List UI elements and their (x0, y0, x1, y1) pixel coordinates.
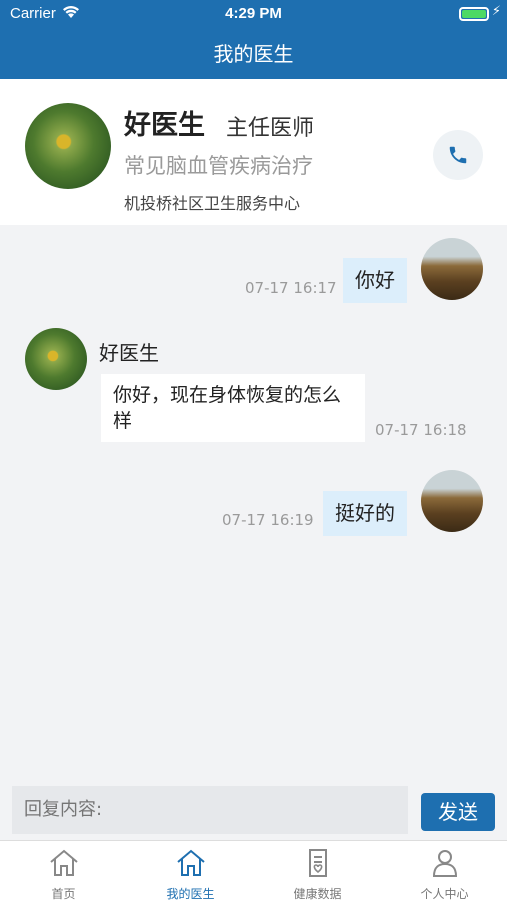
message-bubble[interactable]: 挺好的 (323, 491, 407, 536)
tab-label: 首页 (51, 887, 76, 900)
tab-bar: 首页 我的医生 健康数据 个人中心 (0, 840, 507, 900)
battery-icon (459, 7, 489, 21)
home-icon (177, 849, 205, 876)
call-button[interactable] (433, 130, 483, 180)
reply-input[interactable] (12, 786, 408, 834)
message-time: 07-17 16:18 (375, 421, 467, 439)
message-time: 07-17 16:17 (245, 279, 337, 297)
tab-label: 个人中心 (420, 887, 469, 900)
sender-name: 好医生 (99, 341, 159, 365)
message-bubble[interactable]: 你好 (343, 258, 407, 303)
tab-my-doctor[interactable]: 我的医生 (127, 841, 254, 900)
top-bar: Carrier 4:29 PM ⚡ 我的医生 (0, 0, 507, 79)
doctor-title: 主任医师 (226, 116, 315, 141)
chat-area[interactable]: 你好 07-17 16:17 好医生 你好，现在身体恢复的怎么样 07-17 1… (0, 225, 507, 778)
page-title: 我的医生 (213, 42, 294, 66)
status-bar: Carrier 4:29 PM ⚡ (0, 0, 507, 28)
reply-bar: 发送 (0, 778, 507, 840)
tab-home[interactable]: 首页 (0, 841, 127, 900)
doctor-avatar[interactable] (25, 103, 111, 189)
health-data-icon (309, 849, 327, 877)
doctor-specialty: 常见脑血管疾病治疗 (124, 154, 313, 178)
person-icon (432, 850, 458, 877)
send-button[interactable]: 发送 (421, 793, 495, 831)
clock: 4:29 PM (225, 5, 282, 22)
doctor-name: 好医生 (124, 110, 205, 141)
message-time: 07-17 16:19 (222, 511, 314, 529)
doctor-card: 好医生 主任医师 常见脑血管疾病治疗 机投桥社区卫生服务中心 (0, 79, 507, 225)
doctor-avatar[interactable] (25, 328, 87, 390)
tab-profile[interactable]: 个人中心 (381, 841, 507, 900)
phone-icon (449, 146, 467, 164)
tab-label: 健康数据 (293, 887, 342, 900)
charging-icon: ⚡ (491, 4, 501, 19)
tab-health-data[interactable]: 健康数据 (254, 841, 381, 900)
home-icon (50, 849, 78, 876)
message-bubble[interactable]: 你好，现在身体恢复的怎么样 (101, 374, 365, 442)
tab-label: 我的医生 (166, 887, 215, 900)
doctor-clinic: 机投桥社区卫生服务中心 (124, 194, 301, 213)
user-avatar[interactable] (421, 470, 483, 532)
user-avatar[interactable] (421, 238, 483, 300)
